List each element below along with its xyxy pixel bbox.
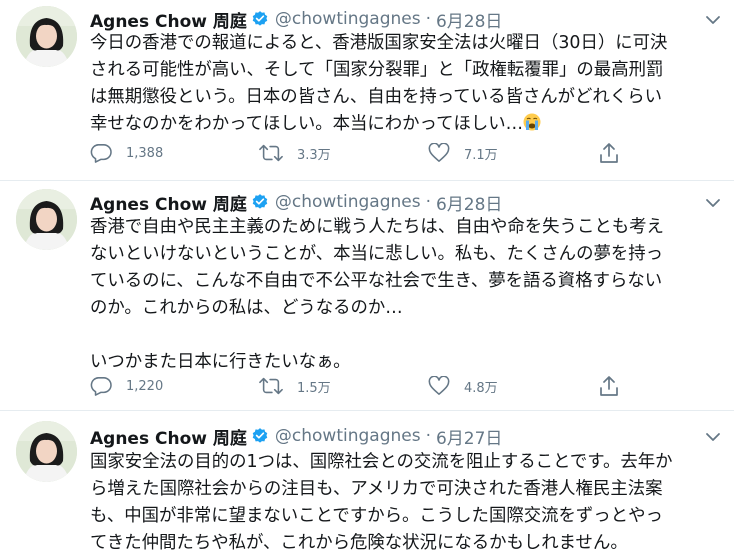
- like-button[interactable]: 4.8万: [428, 374, 498, 398]
- tweet-date[interactable]: 6月28日: [436, 7, 502, 32]
- heart-icon: [428, 376, 450, 395]
- share-icon: [600, 143, 618, 163]
- tweet[interactable]: Agnes Chow 周庭 @chowtingagnes · 6月27日 国家安…: [0, 411, 734, 553]
- avatar[interactable]: [16, 421, 77, 482]
- tweet-actions: 1,220 1.5万 4.8万: [90, 374, 630, 398]
- avatar[interactable]: [16, 6, 77, 67]
- tweet-text-line: も、中国が非常に望まないことですから。こうした国際交流をずっとやっ: [90, 506, 663, 526]
- heart-icon: [428, 143, 450, 162]
- tweet-text-line: される可能性が高い、そして「国家分裂罪」と「政権転覆罪」の最高刑罰: [90, 60, 664, 80]
- verified-badge-icon: [251, 10, 269, 28]
- share-icon: [600, 376, 618, 396]
- reply-count: 1,220: [126, 378, 164, 394]
- share-button[interactable]: [598, 141, 634, 165]
- tweet-date[interactable]: 6月27日: [436, 424, 502, 449]
- retweet-count: 1.5万: [297, 380, 331, 396]
- reply-icon: [90, 377, 112, 396]
- reply-count: 1,388: [126, 145, 164, 161]
- tweet-text-line-content: 幸せなのかをわかってほしい。本当にわかってほしい…: [90, 114, 524, 134]
- author-name[interactable]: Agnes Chow 周庭: [90, 190, 247, 215]
- tweet-text-line: ているのに、こんな不自由で不公平な社会で生き、夢を語る資格すらない: [90, 271, 663, 291]
- like-count: 4.8万: [464, 380, 498, 396]
- reply-button[interactable]: 1,220: [90, 374, 163, 398]
- chevron-down-icon[interactable]: [704, 13, 722, 27]
- tweet-header: Agnes Chow 周庭 @chowtingagnes · 6月27日: [90, 424, 502, 449]
- tweet[interactable]: Agnes Chow 周庭 @chowtingagnes · 6月28日 今日の…: [0, 0, 734, 180]
- tweet-text: 国家安全法の目的の1つは、国際社会との交流を阻止することです。去年か ら増えた国…: [90, 449, 726, 557]
- like-count: 7.1万: [464, 147, 498, 163]
- tweet[interactable]: Agnes Chow 周庭 @chowtingagnes · 6月28日 香港で…: [0, 181, 734, 409]
- author-handle[interactable]: @chowtingagnes: [275, 426, 421, 446]
- separator-dot: ·: [425, 9, 431, 29]
- author-name[interactable]: Agnes Chow 周庭: [90, 7, 247, 32]
- retweet-count: 3.3万: [297, 147, 331, 163]
- tweet-text-line: いつかまた日本に行きたいなぁ。: [90, 352, 351, 372]
- tweet-header: Agnes Chow 周庭 @chowtingagnes · 6月28日: [90, 7, 502, 32]
- chevron-down-icon[interactable]: [704, 430, 722, 444]
- tweet-text-line: ら増えた国際社会からの注目も、アメリカで可決された香港人権民主法案: [90, 479, 663, 499]
- reply-button[interactable]: 1,388: [90, 141, 163, 165]
- retweet-button[interactable]: 1.5万: [259, 374, 331, 398]
- tweet-text-line: は無期懲役という。日本の皆さん、自由を持っている皆さんがどれくらい: [90, 87, 662, 107]
- tweet-text: 香港で自由や民主主義のために戦う人たちは、自由や命を失うことも考え ないといけな…: [90, 214, 726, 376]
- tweet-text: 今日の香港での報道によると、香港版国家安全法は火曜日（30日）に可決 される可能…: [90, 30, 726, 138]
- verified-badge-icon: [251, 193, 269, 211]
- tweet-text-line: ないといけないということが、本当に悲しい。私も、たくさんの夢を持っ: [90, 244, 664, 264]
- retweet-icon: [259, 377, 283, 395]
- author-handle[interactable]: @chowtingagnes: [275, 192, 421, 212]
- avatar[interactable]: [16, 189, 77, 250]
- tweet-text-line: 香港で自由や民主主義のために戦う人たちは、自由や命を失うことも考え: [90, 217, 664, 237]
- separator-dot: ·: [425, 426, 431, 446]
- author-name[interactable]: Agnes Chow 周庭: [90, 424, 247, 449]
- tweet-text-line: のか。これからの私は、どうなるのか…: [90, 298, 403, 318]
- tweet-text-line: てきた仲間たちや私が、これから危険な状況になるかもしれません。: [90, 533, 628, 553]
- author-handle[interactable]: @chowtingagnes: [275, 9, 421, 29]
- separator-dot: ·: [425, 192, 431, 212]
- chevron-down-icon[interactable]: [704, 196, 722, 210]
- reply-icon: [90, 144, 112, 163]
- retweet-icon: [259, 144, 283, 162]
- tweet-text-line: 幸せなのかをわかってほしい。本当にわかってほしい…: [90, 111, 726, 138]
- share-button[interactable]: [598, 374, 634, 398]
- tweet-actions: 1,388 3.3万 7.1万: [90, 141, 630, 165]
- retweet-button[interactable]: 3.3万: [259, 141, 331, 165]
- tweet-date[interactable]: 6月28日: [436, 190, 502, 215]
- tweet-text-line: 国家安全法の目的の1つは、国際社会との交流を阻止することです。去年か: [90, 452, 673, 472]
- tweet-header: Agnes Chow 周庭 @chowtingagnes · 6月28日: [90, 190, 502, 215]
- verified-badge-icon: [251, 427, 269, 445]
- crying-face-emoji: [523, 113, 541, 131]
- like-button[interactable]: 7.1万: [428, 141, 498, 165]
- tweet-text-line: 今日の香港での報道によると、香港版国家安全法は火曜日（30日）に可決: [90, 33, 668, 53]
